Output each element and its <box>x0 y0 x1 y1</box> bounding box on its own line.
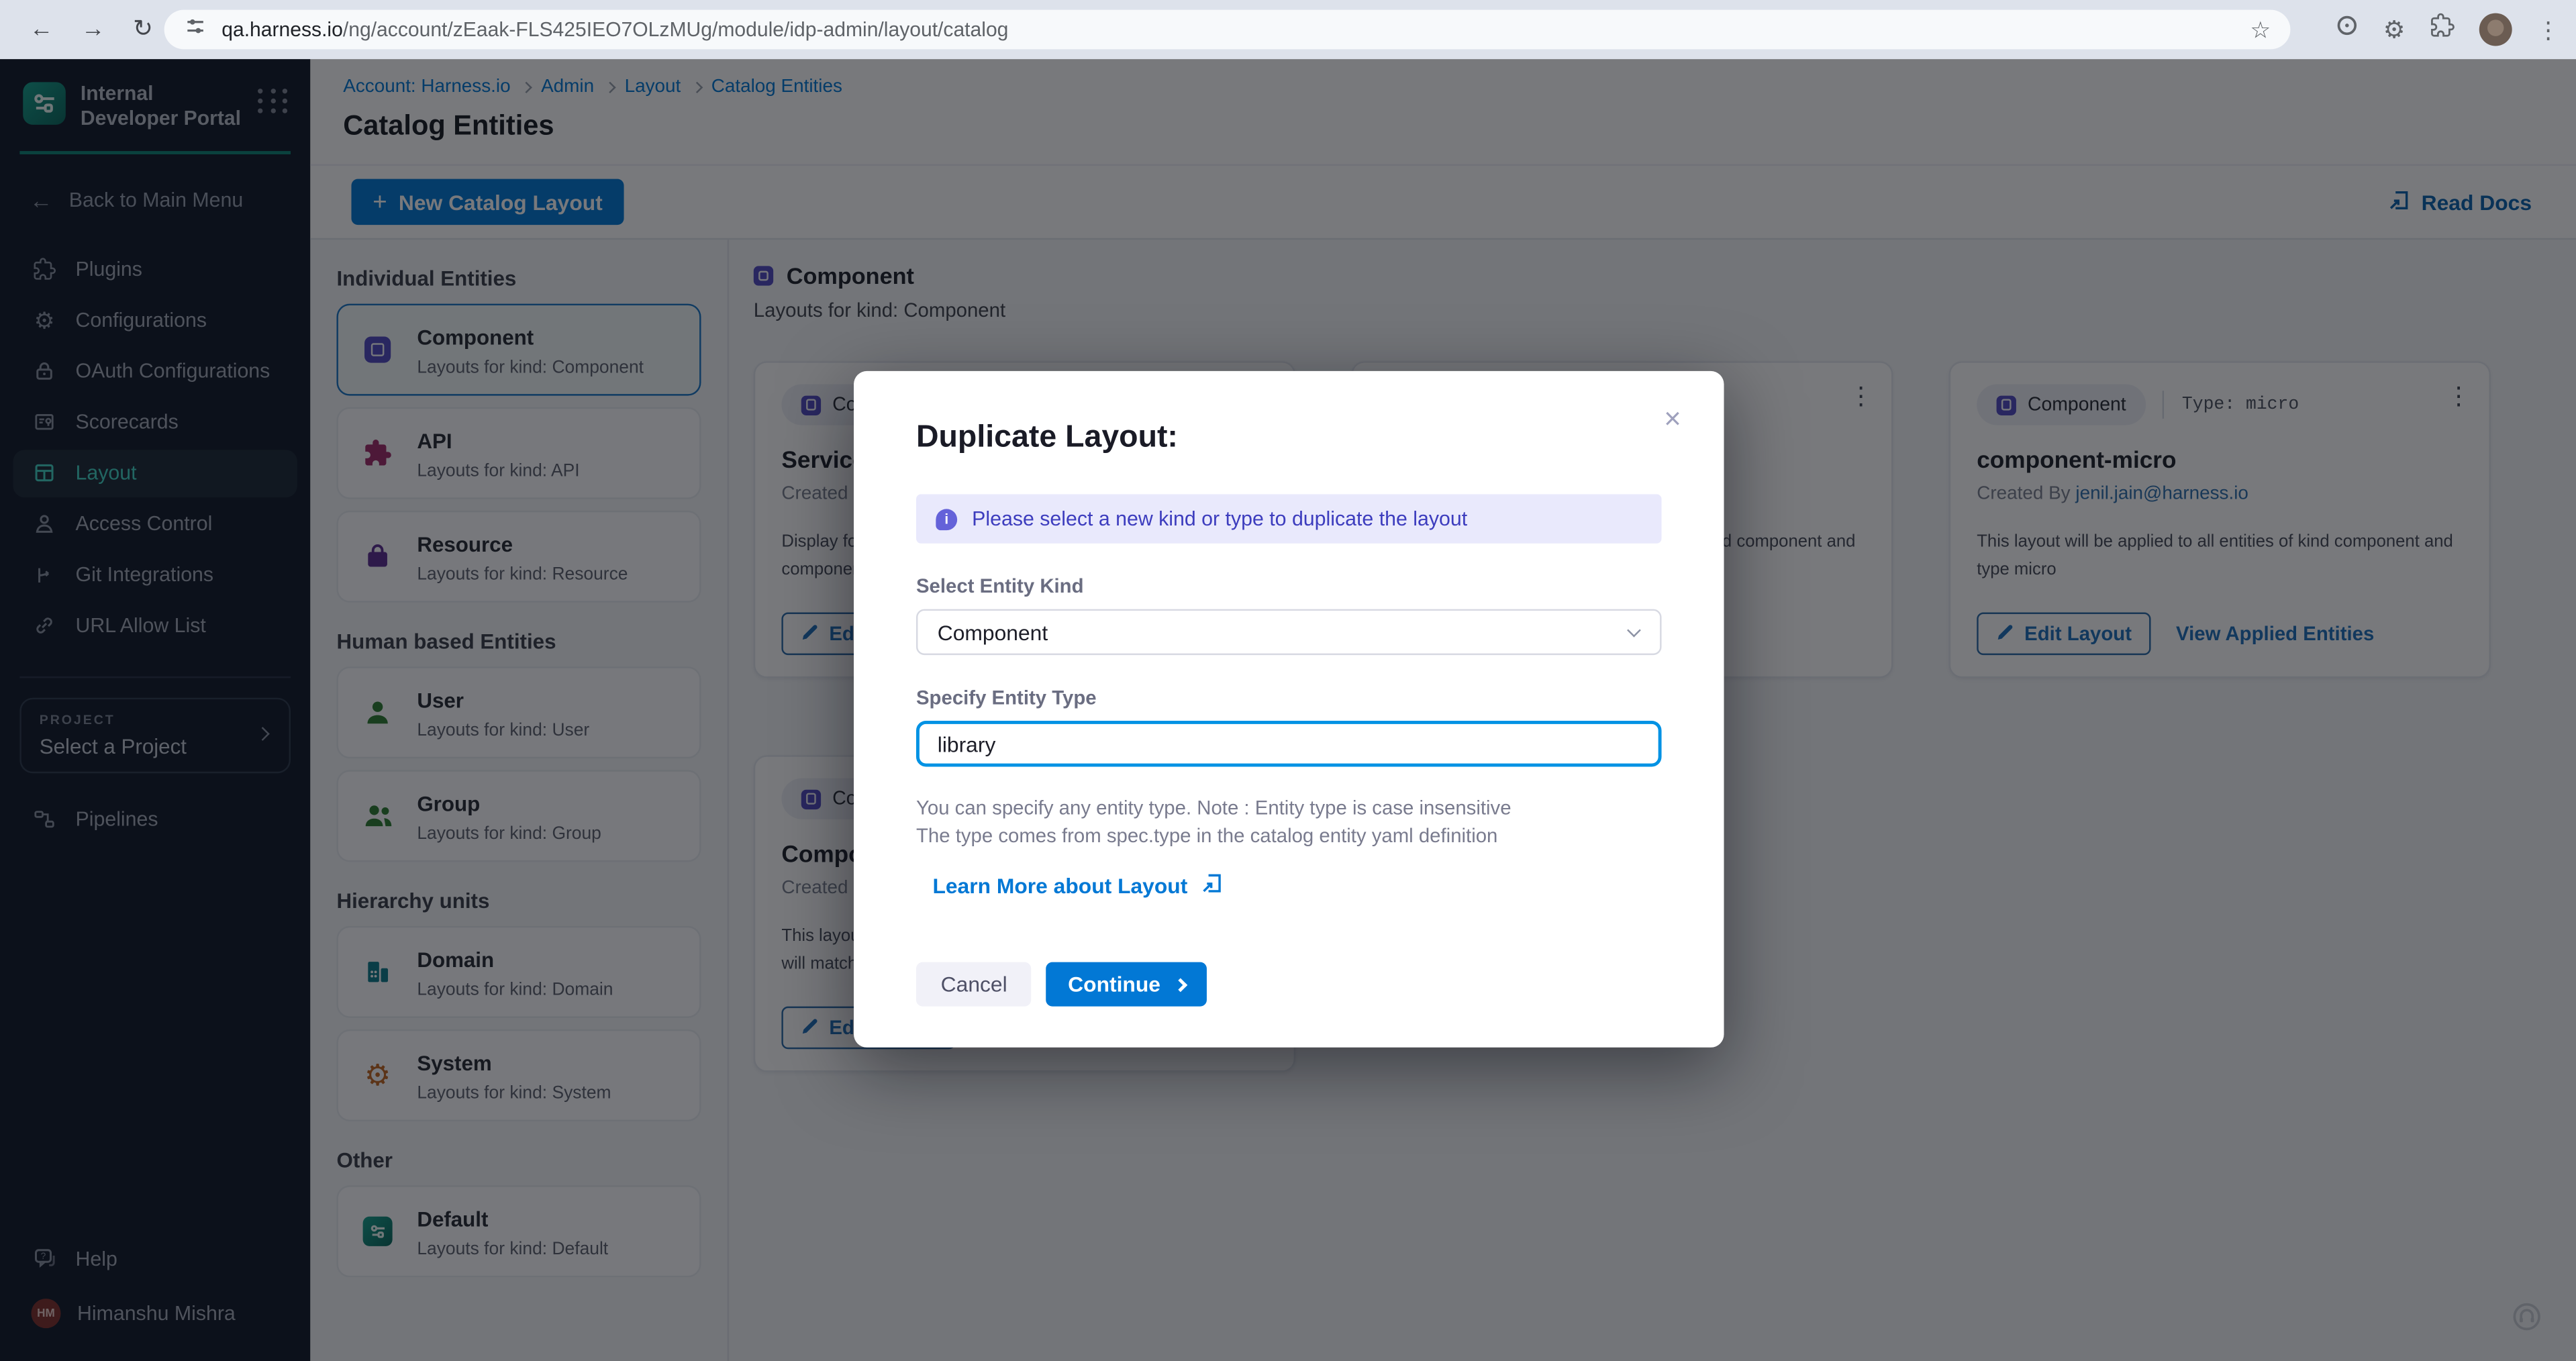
entity-type-label: Specify Entity Type <box>916 687 1662 709</box>
browser-chrome: ← → ↻ qa.harness.io/ng/account/zEaak-FLS… <box>0 0 2576 59</box>
chevron-right-icon <box>1173 977 1187 991</box>
url-text: qa.harness.io/ng/account/zEaak-FLS425IEO… <box>221 18 1008 41</box>
browser-profile-avatar[interactable] <box>2479 13 2512 46</box>
entity-type-input[interactable]: library <box>916 721 1662 766</box>
screen: ← → ↻ qa.harness.io/ng/account/zEaak-FLS… <box>0 0 2576 1361</box>
browser-forward-icon[interactable]: → <box>81 16 105 42</box>
settings-gear-icon[interactable]: ⚙ <box>2383 15 2406 44</box>
address-bar[interactable]: qa.harness.io/ng/account/zEaak-FLS425IEO… <box>164 10 2291 50</box>
doc-arrow-icon <box>1201 871 1224 899</box>
extensions-puzzle-icon[interactable] <box>2430 13 2455 46</box>
bookmark-star-icon[interactable]: ☆ <box>2250 15 2271 44</box>
duplicate-layout-modal: Duplicate Layout: × i Please select a ne… <box>854 371 1724 1048</box>
chevron-down-icon <box>1626 623 1640 638</box>
entity-kind-label: Select Entity Kind <box>916 574 1662 597</box>
browser-reload-icon[interactable]: ↻ <box>133 16 153 42</box>
browser-back-icon[interactable]: ← <box>30 16 53 42</box>
browser-menu-icon[interactable]: ⋮ <box>2536 15 2559 44</box>
learn-more-link[interactable]: Learn More about Layout <box>932 871 1661 899</box>
extension-ring-icon[interactable] <box>2334 13 2359 46</box>
info-banner: i Please select a new kind or type to du… <box>916 494 1662 543</box>
help-text: You can specify any entity type. Note : … <box>916 795 1662 850</box>
close-icon[interactable]: × <box>1664 404 1681 434</box>
entity-kind-select[interactable]: Component <box>916 609 1662 655</box>
modal-title: Duplicate Layout: <box>916 420 1662 456</box>
cancel-button[interactable]: Cancel <box>916 962 1032 1007</box>
info-icon: i <box>936 508 957 530</box>
site-settings-icon[interactable] <box>184 14 207 45</box>
app-window: Internal Developer Portal ← Back to Main… <box>0 59 2576 1361</box>
continue-button[interactable]: Continue <box>1046 962 1206 1007</box>
